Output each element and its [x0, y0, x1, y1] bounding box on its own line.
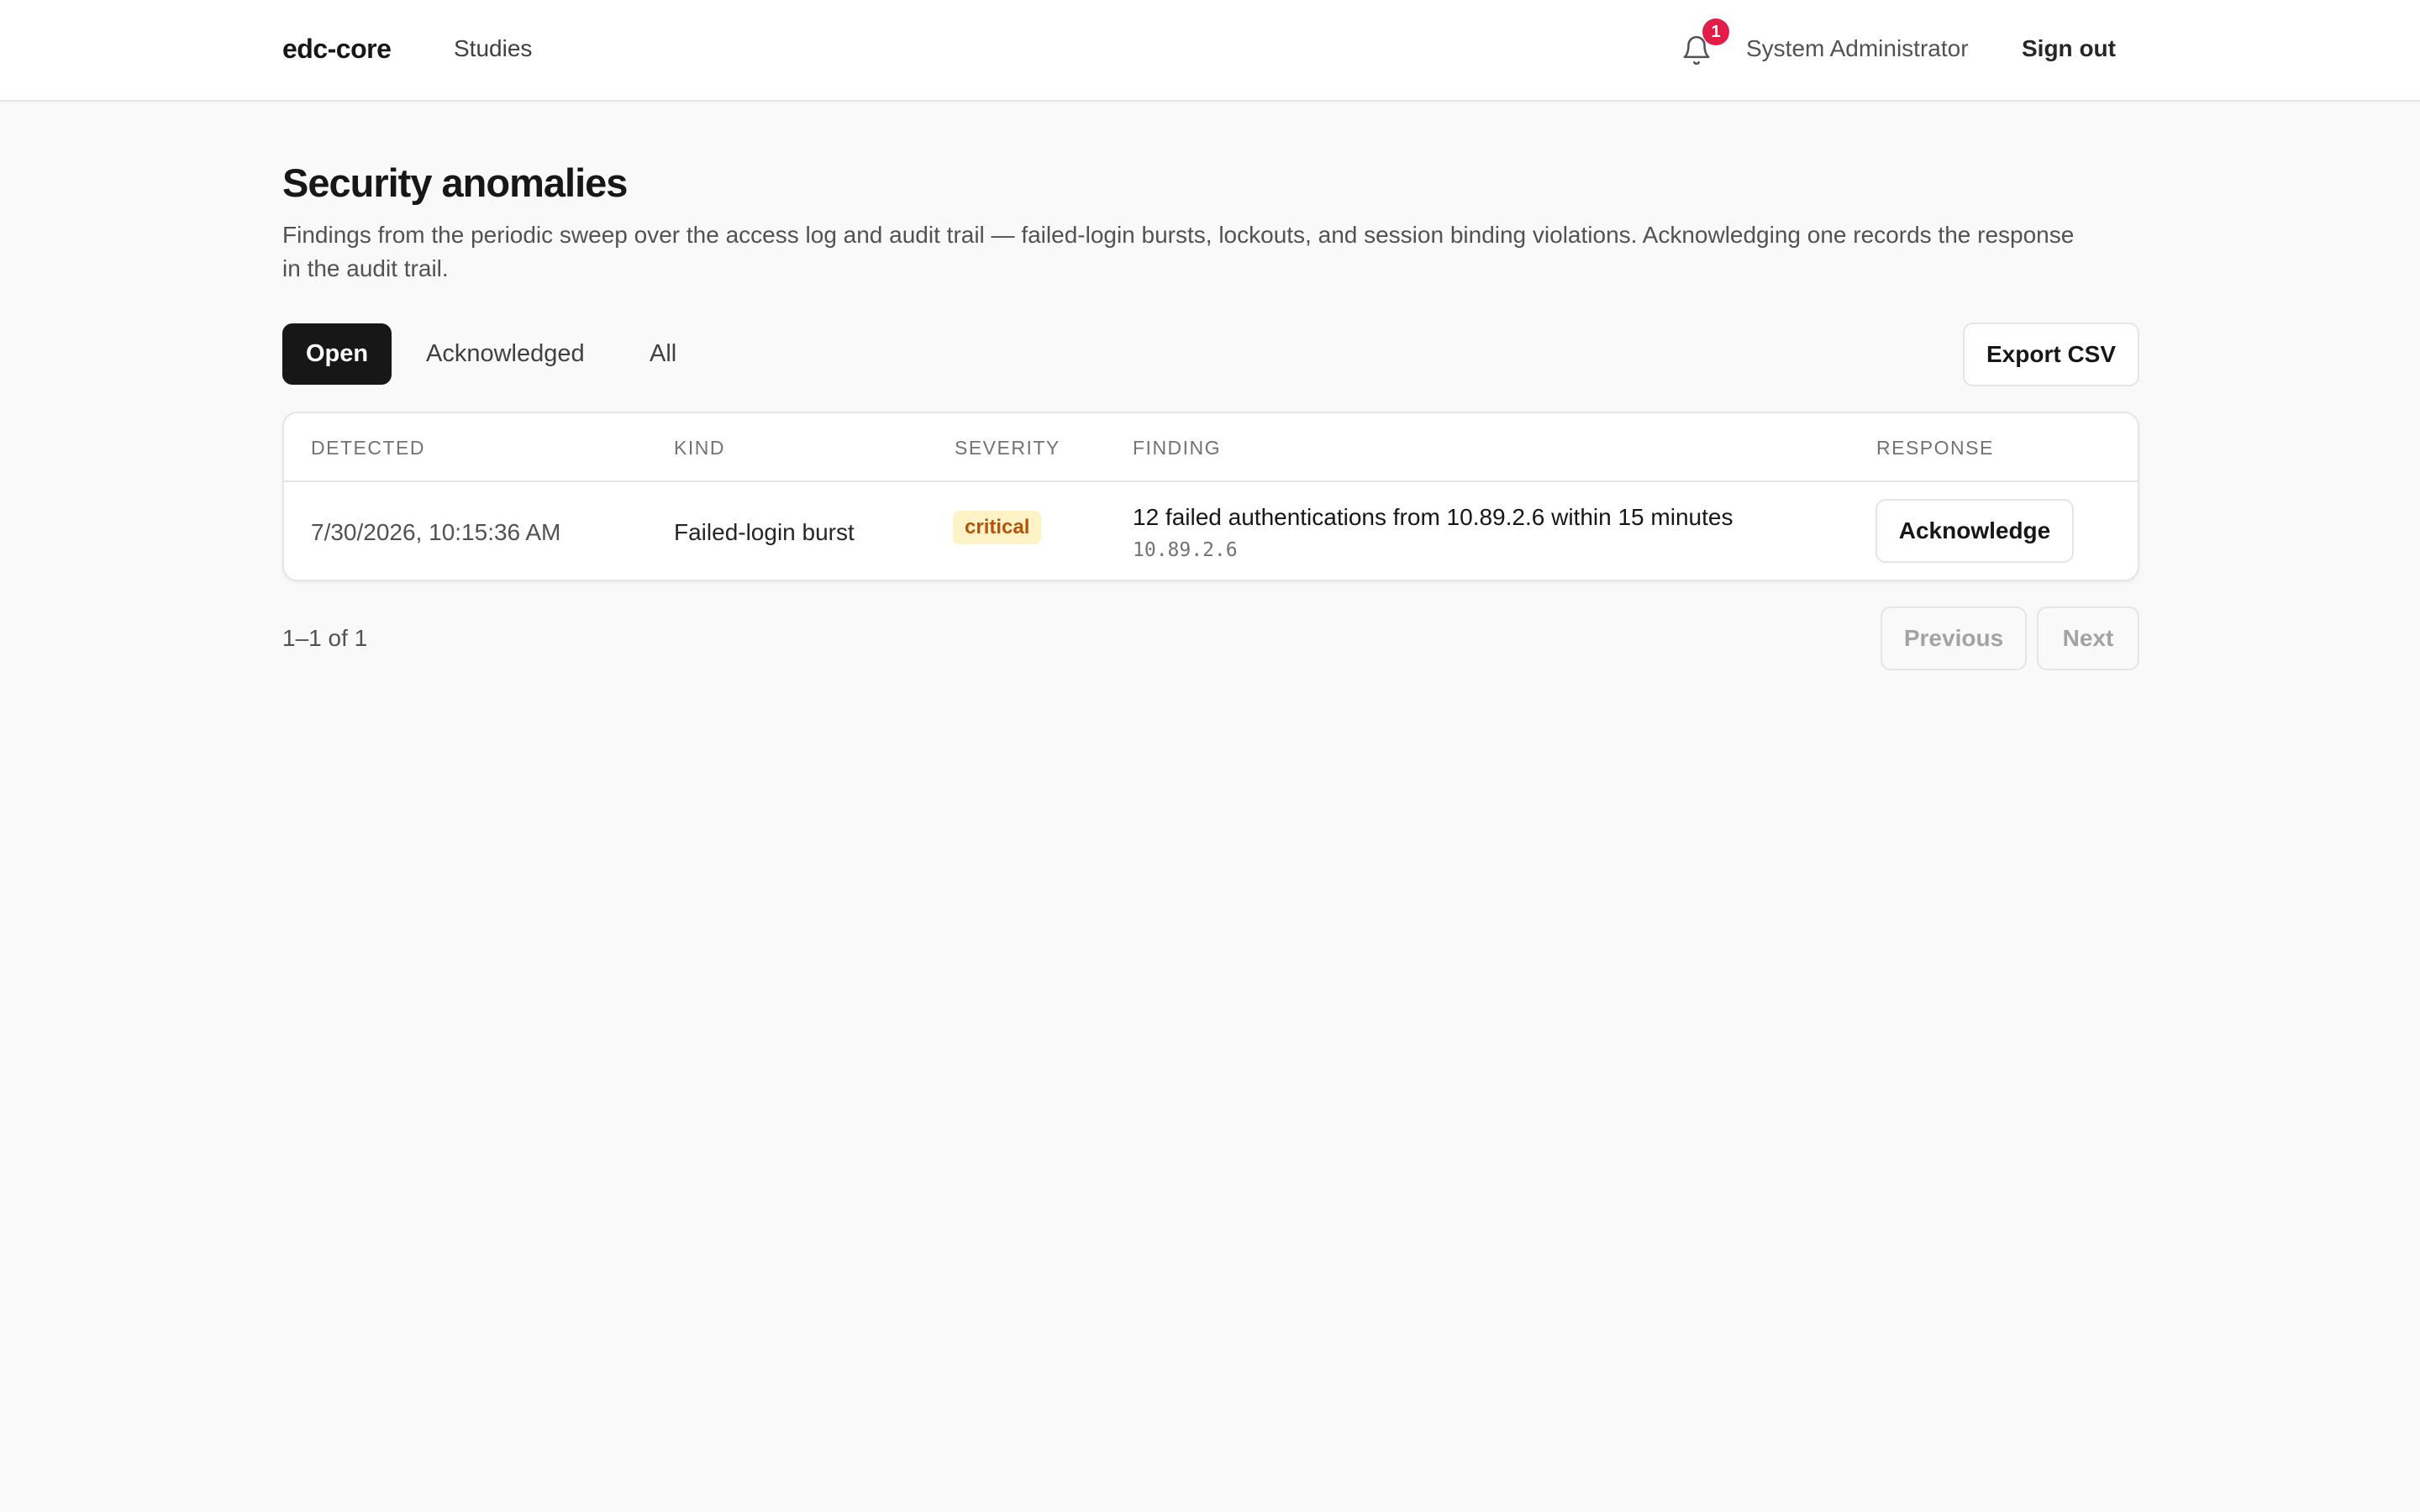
- tab-acknowledged[interactable]: Acknowledged: [426, 323, 585, 385]
- finding-text: 12 failed authentications from 10.89.2.6…: [1133, 504, 1733, 530]
- brand-logo[interactable]: edc-core: [282, 34, 392, 65]
- page-description: Findings from the periodic sweep over th…: [282, 222, 2075, 281]
- column-header-detected: DETECTED: [311, 437, 425, 459]
- export-csv-button[interactable]: Export CSV: [1963, 323, 2139, 386]
- detected-timestamp: 7/30/2026, 10:15:36 AM: [311, 519, 561, 545]
- pagination-range: 1–1 of 1: [282, 625, 368, 651]
- previous-page-button[interactable]: Previous: [1881, 606, 2027, 670]
- column-header-severity: SEVERITY: [955, 437, 1060, 459]
- table-row: 7/30/2026, 10:15:36 AM Failed-login burs…: [284, 482, 2138, 580]
- sign-out-button[interactable]: Sign out: [2022, 35, 2116, 62]
- page-title: Security anomalies: [282, 160, 628, 205]
- top-bar: edc-core Studies 1 System Administrator …: [0, 0, 2420, 102]
- acknowledge-button[interactable]: Acknowledge: [1876, 499, 2074, 563]
- next-page-button[interactable]: Next: [2037, 606, 2139, 670]
- severity-badge: critical: [953, 511, 1042, 544]
- nav-studies-link[interactable]: Studies: [454, 35, 532, 62]
- table-header: DETECTED KIND SEVERITY FINDING RESPONSE: [284, 413, 2138, 482]
- notification-count-badge: 1: [1702, 18, 1729, 45]
- anomaly-kind: Failed-login burst: [674, 519, 855, 545]
- column-header-response: RESPONSE: [1876, 437, 1994, 459]
- tab-all[interactable]: All: [650, 323, 676, 385]
- column-header-finding: FINDING: [1133, 437, 1222, 459]
- tab-open[interactable]: Open: [282, 323, 392, 385]
- user-name: System Administrator: [1746, 35, 1969, 61]
- finding-ip-detail: 10.89.2.6: [1133, 539, 1238, 561]
- anomalies-table: DETECTED KIND SEVERITY FINDING RESPONSE …: [282, 412, 2139, 581]
- column-header-kind: KIND: [674, 437, 725, 459]
